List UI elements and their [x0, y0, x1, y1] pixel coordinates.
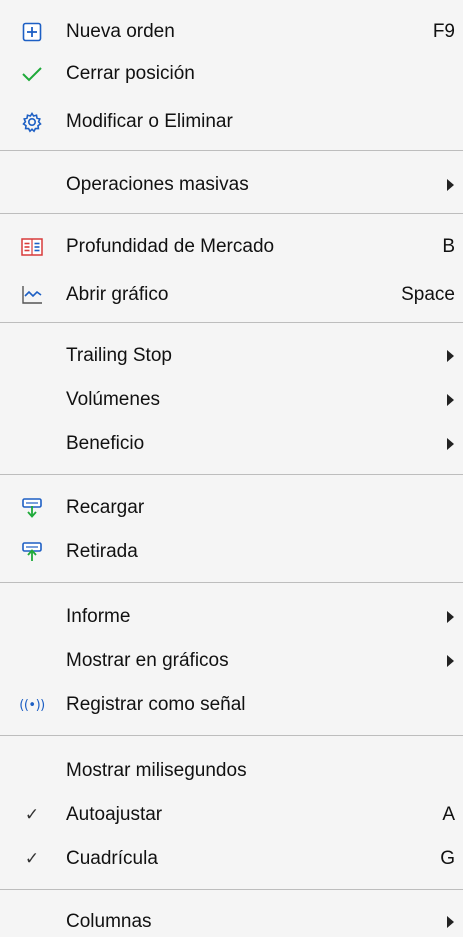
menu-separator — [0, 213, 463, 214]
menu-item-label: Mostrar milisegundos — [66, 760, 247, 781]
menu-item-label: Operaciones masivas — [66, 174, 249, 195]
menu-item-label: Registrar como señal — [66, 694, 246, 715]
menu-separator — [0, 322, 463, 323]
menu-item-label: Nueva orden — [66, 21, 175, 42]
checkmark-icon — [14, 53, 50, 95]
menu-item-nueva-orden[interactable]: Nueva orden F9 — [0, 11, 463, 53]
menu-item-operaciones-masivas[interactable]: Operaciones masivas — [0, 164, 463, 206]
menu-item-label: Volúmenes — [66, 389, 161, 410]
menu-item-label: Autoajustar — [66, 804, 163, 825]
menu-item-label: Modificar o Eliminar — [66, 111, 233, 132]
menu-item-label: Retirada — [66, 541, 138, 562]
menu-item-retirada[interactable]: Retirada — [0, 531, 463, 573]
menu-item-cuadricula[interactable]: ✓ Cuadrícula G — [0, 838, 463, 880]
menu-item-shortcut: A — [442, 804, 455, 825]
menu-item-beneficio[interactable]: Beneficio — [0, 423, 463, 465]
submenu-arrow-icon — [447, 179, 454, 191]
menu-item-shortcut: B — [442, 236, 455, 257]
menu-item-label: Mostrar en gráficos — [66, 650, 229, 671]
menu-item-shortcut: Space — [401, 284, 455, 305]
menu-item-cerrar-posicion[interactable]: Cerrar posición — [0, 53, 463, 95]
menu-separator — [0, 150, 463, 151]
checkmark-icon: ✓ — [24, 805, 40, 824]
menu-item-mostrar-milisegundos[interactable]: Mostrar milisegundos — [0, 750, 463, 792]
menu-item-shortcut: F9 — [432, 21, 455, 42]
menu-item-profundidad-mercado[interactable]: Profundidad de Mercado B — [0, 226, 463, 268]
menu-item-label: Cerrar posición — [66, 63, 195, 84]
menu-separator — [0, 474, 463, 475]
submenu-arrow-icon — [447, 916, 454, 928]
chart-icon — [14, 274, 50, 316]
context-menu: Nueva orden F9 Cerrar posición Modificar… — [0, 0, 463, 937]
withdraw-icon — [14, 531, 50, 573]
menu-item-label: Profundidad de Mercado — [66, 236, 275, 257]
menu-separator — [0, 735, 463, 736]
menu-item-label: Informe — [66, 606, 131, 627]
gear-icon — [14, 101, 50, 143]
checkmark-icon: ✓ — [24, 849, 40, 868]
menu-separator — [0, 889, 463, 890]
submenu-arrow-icon — [447, 655, 454, 667]
menu-item-abrir-grafico[interactable]: Abrir gráfico Space — [0, 274, 463, 316]
menu-item-modificar-eliminar[interactable]: Modificar o Eliminar — [0, 101, 463, 143]
menu-item-informe[interactable]: Informe — [0, 596, 463, 638]
menu-item-label: Cuadrícula — [66, 848, 158, 869]
plus-square-icon — [14, 11, 50, 53]
menu-item-volumenes[interactable]: Volúmenes — [0, 379, 463, 421]
menu-item-label: Beneficio — [66, 433, 145, 454]
menu-item-autoajustar[interactable]: ✓ Autoajustar A — [0, 794, 463, 836]
menu-separator — [0, 582, 463, 583]
menu-item-recargar[interactable]: Recargar — [0, 487, 463, 529]
submenu-arrow-icon — [447, 611, 454, 623]
menu-item-mostrar-en-graficos[interactable]: Mostrar en gráficos — [0, 640, 463, 682]
menu-item-shortcut: G — [440, 848, 455, 869]
submenu-arrow-icon — [447, 394, 454, 406]
menu-item-trailing-stop[interactable]: Trailing Stop — [0, 335, 463, 377]
signal-icon: ((•)) — [19, 697, 45, 713]
submenu-arrow-icon — [447, 350, 454, 362]
submenu-arrow-icon — [447, 438, 454, 450]
menu-item-label: Abrir gráfico — [66, 284, 169, 305]
menu-item-label: Trailing Stop — [66, 345, 172, 366]
market-depth-icon — [14, 226, 50, 268]
menu-item-registrar-senal[interactable]: ((•)) Registrar como señal — [0, 684, 463, 726]
menu-item-label: Recargar — [66, 497, 145, 518]
deposit-icon — [14, 487, 50, 529]
